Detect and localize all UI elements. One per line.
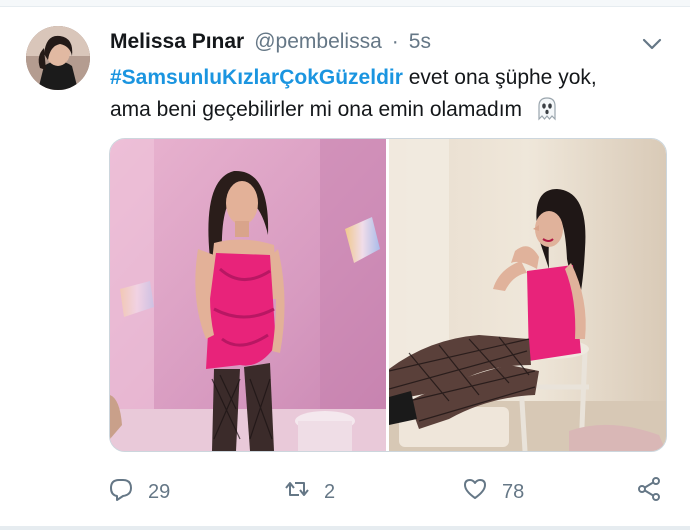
tweet-text-line2: ama beni geçebilirler mi ona emin olamad… [110,98,523,121]
reply-icon [108,476,134,508]
bottom-divider [0,526,690,530]
chevron-down-icon[interactable] [640,32,664,56]
ghost-icon [534,95,560,121]
reply-button[interactable]: 29 [108,474,170,510]
top-divider [0,0,690,7]
like-count: 78 [502,480,525,503]
hashtag-link[interactable]: #SamsunluKızlarÇokGüzeldir [110,66,403,89]
tweet-text-line1: evet ona şüphe yok, [402,66,597,89]
share-icon [636,476,662,508]
photo-right[interactable] [388,139,666,451]
author-name[interactable]: Melissa Pınar [110,30,244,54]
retweet-icon [284,476,310,508]
tweet-header: Melissa Pınar @pembelissa · 5s [110,30,630,60]
separator-dot: · [391,30,399,53]
share-button[interactable] [636,474,662,510]
avatar[interactable] [26,26,90,90]
photo-left[interactable] [110,139,386,451]
retweet-button[interactable]: 2 [284,474,335,510]
like-button[interactable]: 78 [462,474,524,510]
like-icon [462,476,488,508]
reply-count: 29 [148,480,171,503]
timestamp[interactable]: 5s [409,30,431,54]
tweet-text: #SamsunluKızlarÇokGüzeldir evet ona şüph… [110,62,670,126]
media-grid[interactable] [109,138,667,452]
tweet-card[interactable]: Melissa Pınar @pembelissa · 5s #Samsunlu… [0,0,690,530]
retweet-count: 2 [324,480,336,503]
action-bar: 29 2 78 [108,474,668,510]
author-handle[interactable]: @pembelissa [254,30,382,54]
